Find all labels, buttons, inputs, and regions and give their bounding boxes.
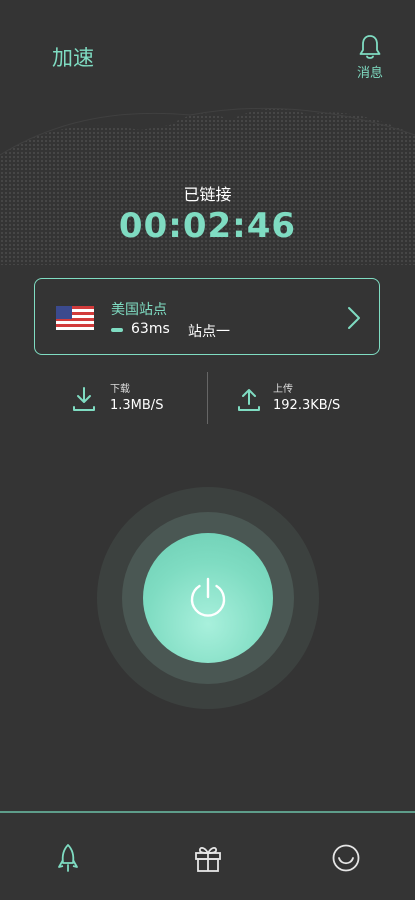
power-button[interactable] [143, 533, 273, 663]
tab-accelerate[interactable] [48, 838, 88, 878]
connection-timer: 00:02:46 [118, 206, 297, 246]
profile-icon [332, 844, 360, 872]
traffic-stats: 下载 1.3MB/S 上传 192.3KB/S [0, 372, 415, 427]
page-title: 加速 [52, 46, 94, 70]
server-label: 站点一 [188, 324, 230, 340]
gift-icon [195, 846, 221, 872]
download-icon [73, 387, 95, 411]
tabbar-divider [0, 811, 415, 813]
tab-profile[interactable] [326, 838, 366, 878]
upload-icon [238, 389, 260, 411]
notifications-label: 消息 [356, 66, 383, 81]
ping-indicator [111, 328, 123, 332]
notifications-button[interactable]: 消息 [349, 34, 391, 81]
us-flag-icon [56, 306, 94, 330]
server-selector[interactable]: 美国站点 63ms 站点一 [34, 278, 380, 355]
upload-value: 192.3KB/S [273, 398, 341, 413]
header: 加速 消息 [0, 0, 415, 100]
server-name: 美国站点 [111, 302, 167, 318]
rocket-icon [58, 844, 78, 872]
power-icon [190, 577, 226, 617]
power-control [97, 487, 319, 709]
bell-icon [359, 35, 381, 59]
tab-gift[interactable] [188, 838, 228, 878]
chevron-right-icon [348, 307, 360, 329]
download-label: 下载 [110, 384, 130, 395]
download-value: 1.3MB/S [110, 398, 164, 413]
server-ping: 63ms [131, 321, 170, 337]
connection-status: 已链接 [183, 185, 232, 204]
stats-divider [207, 372, 208, 424]
upload-label: 上传 [273, 384, 293, 395]
